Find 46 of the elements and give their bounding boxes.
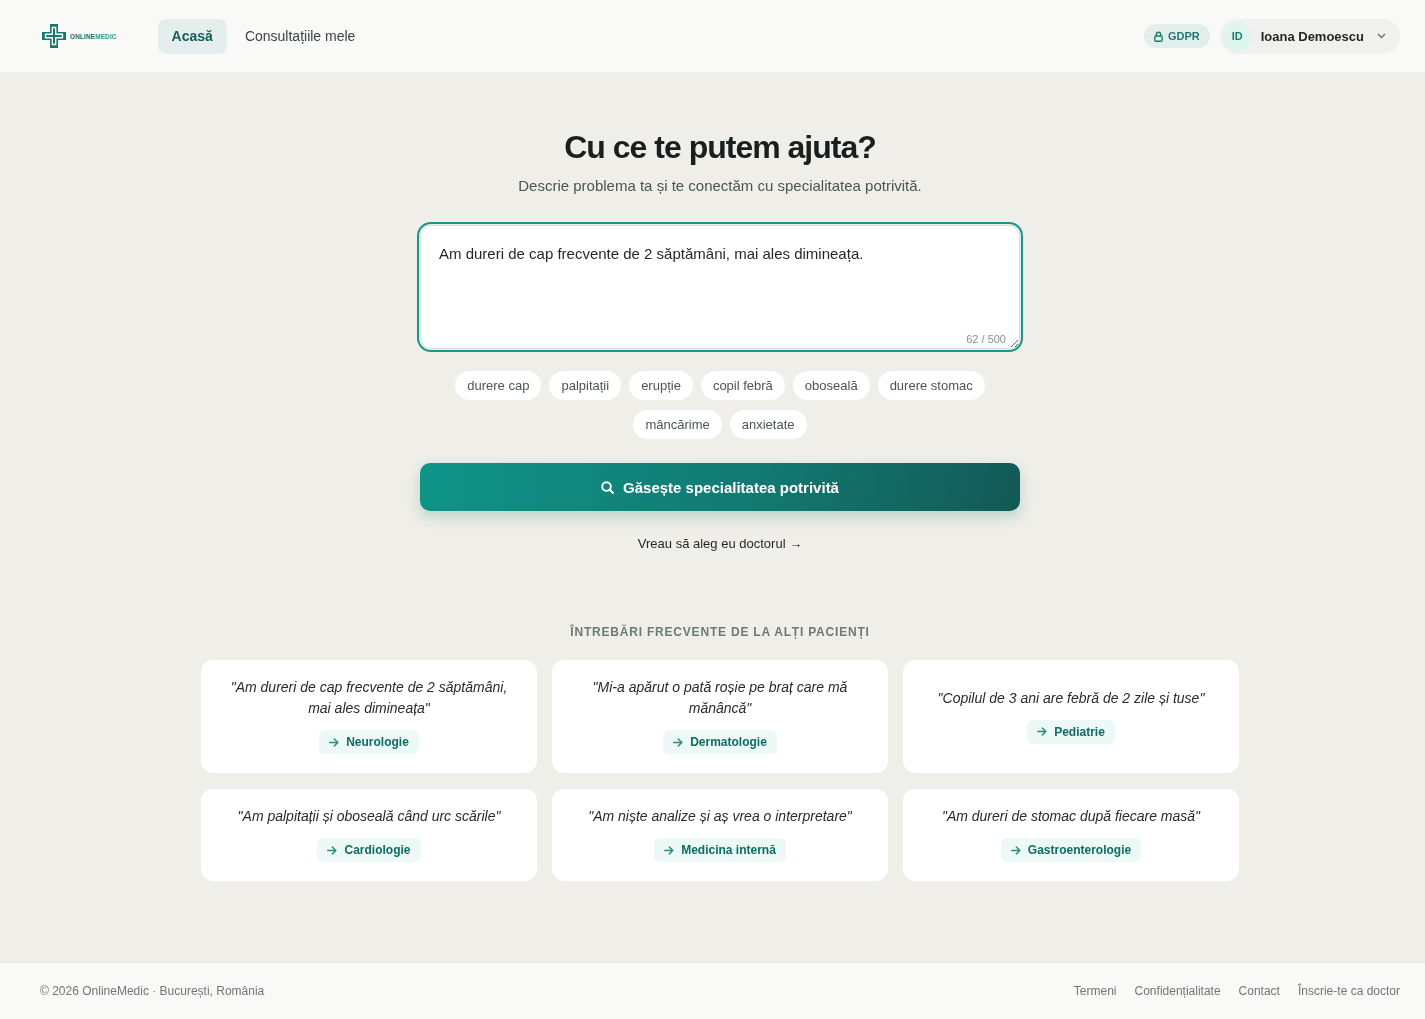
gdpr-button[interactable]: GDPR [1143, 24, 1210, 48]
choose-doctor-link[interactable]: Vreau să aleg eu doctorul → [637, 535, 803, 553]
suggestion-chip[interactable]: palpitații [549, 371, 622, 400]
find-specialty-button[interactable]: Găsește specialitatea potrivită [420, 463, 1020, 511]
avatar-initials: ID [1222, 21, 1252, 51]
arrow-right-icon [327, 845, 338, 855]
arrow-right-icon [329, 737, 340, 747]
suggestion-chip[interactable]: copil febră [700, 371, 785, 400]
specialty-link[interactable]: Cardiologie [317, 838, 421, 862]
section-heading: ÎNTREBĂRI FRECVENTE DE LA ALȚI PACIENȚI [570, 624, 870, 640]
page-subtitle: Descrie problema ta și te conectăm cu specialitatea potrivită. [518, 176, 922, 196]
arrow-right-icon [673, 737, 684, 747]
specialty-link[interactable]: Dermatologie [663, 730, 777, 754]
specialty-link[interactable]: Gastroenterologie [1000, 838, 1142, 862]
page-title: Cu ce te putem ajuta? [564, 128, 876, 167]
question-quote: "Copilul de 3 ani are febră de 2 zile și tuse" [937, 688, 1205, 708]
footer-link[interactable]: Confidențialitate [1134, 984, 1221, 998]
character-counter: 62 / 500 [966, 333, 1006, 345]
suggestion-chip[interactable]: mâncărime [633, 410, 722, 439]
question-quote: "Am dureri de cap frecvente de 2 săptămâni, mai ales dimineața" [229, 678, 509, 718]
medical-cross-icon [41, 23, 67, 49]
chevron-down-icon [1377, 33, 1386, 39]
question-quote: "Am dureri de stomac după fiecare masă" [941, 807, 1201, 826]
suggestion-chip[interactable]: durere cap [455, 371, 542, 400]
suggestion-chip[interactable]: erupție [629, 371, 693, 400]
suggestion-chip[interactable]: oboseală [792, 371, 870, 400]
user-menu-button[interactable]: ID Ioana Demoescu [1219, 18, 1400, 54]
specialty-link[interactable]: Medicina internă [654, 838, 786, 862]
footer-link[interactable]: Contact [1238, 984, 1280, 998]
question-quote: "Mi-a apărut o pată roșie pe braț care mă mănâncă" [591, 678, 849, 718]
question-quote: "Am palpitații și oboseală când urc scările" [237, 807, 501, 826]
arrow-right-icon [1037, 727, 1048, 736]
footer-link[interactable]: Termeni [1073, 984, 1117, 998]
specialty-link[interactable]: Pediatrie [1027, 719, 1115, 744]
lock-icon [1153, 30, 1163, 42]
nav-tab[interactable]: Acasă [157, 18, 227, 54]
copyright-text: © 2026 OnlineMedic · București, România [40, 984, 265, 998]
suggestion-chip[interactable]: anxietate [729, 410, 807, 439]
arrow-right-icon [664, 845, 675, 855]
suggestion-chip[interactable]: durere stomac [877, 371, 985, 400]
footer-link[interactable]: Înscrie-te ca doctor [1297, 984, 1400, 998]
arrow-right-icon [1010, 845, 1021, 855]
search-icon [601, 480, 615, 494]
nav-tab[interactable]: Consultațiile mele [230, 18, 370, 54]
specialty-link[interactable]: Neurologie [319, 730, 419, 754]
question-quote: "Am niște analize și aș vrea o interpretare" [588, 807, 852, 826]
